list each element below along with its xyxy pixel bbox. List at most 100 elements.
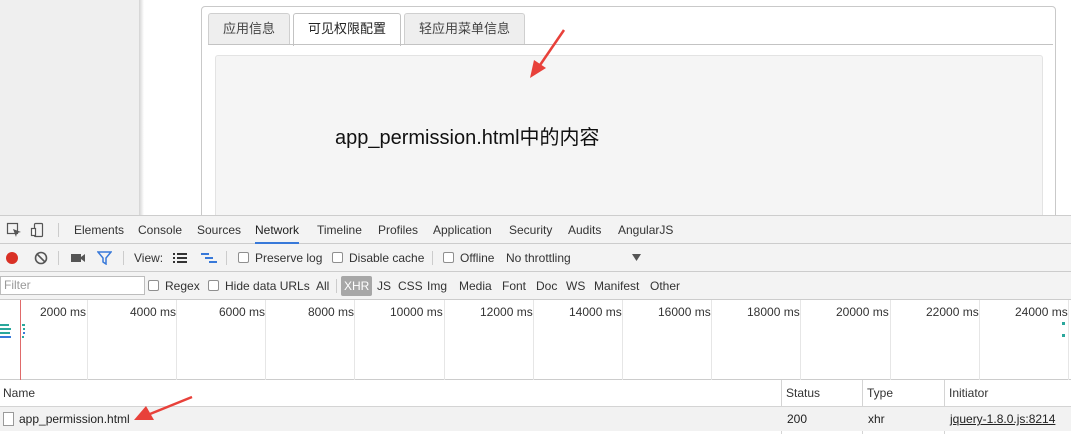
timeline-tick-label: 12000 ms <box>480 305 533 319</box>
preserve-log-checkbox[interactable]: Preserve log <box>238 244 322 272</box>
tab-content-area: app_permission.html中的内容 <box>215 55 1043 225</box>
filter-type-other[interactable]: Other <box>650 272 680 300</box>
timeline-gridline <box>1068 300 1069 380</box>
filter-type-ws[interactable]: WS <box>566 272 585 300</box>
load-event-marker <box>20 300 21 380</box>
request-name: app_permission.html <box>19 412 130 426</box>
tab-timeline[interactable]: Timeline <box>317 216 362 244</box>
filter-type-js[interactable]: JS <box>377 272 391 300</box>
network-timeline-overview[interactable]: 2000 ms 4000 ms 6000 ms 8000 ms 10000 ms… <box>0 300 1071 380</box>
toolbar-separator <box>123 251 124 265</box>
regex-box[interactable] <box>148 280 159 291</box>
timeline-tick-label: 8000 ms <box>308 305 355 319</box>
disable-cache-checkbox[interactable]: Disable cache <box>332 244 424 272</box>
record-icon[interactable] <box>5 251 19 265</box>
timeline-gridline <box>354 300 355 380</box>
tab-light-app-menu[interactable]: 轻应用菜单信息 <box>404 13 526 45</box>
tab-sources[interactable]: Sources <box>197 216 241 244</box>
filter-separator <box>336 279 337 293</box>
filter-type-css[interactable]: CSS <box>398 272 423 300</box>
filter-icon[interactable] <box>97 251 112 265</box>
column-type[interactable]: Type <box>864 380 893 407</box>
tab-visibility-permission[interactable]: 可见权限配置 <box>293 13 402 46</box>
filter-type-all[interactable]: All <box>316 272 329 300</box>
timeline-gridline <box>87 300 88 380</box>
left-gutter <box>0 0 140 215</box>
column-name[interactable]: Name <box>0 380 35 407</box>
tab-elements[interactable]: Elements <box>74 216 124 244</box>
timeline-tick-label: 18000 ms <box>747 305 800 319</box>
tab-app-info[interactable]: 应用信息 <box>208 13 291 45</box>
timeline-tick-label: 22000 ms <box>926 305 979 319</box>
devtools-tab-strip: Elements Console Sources Network Timelin… <box>0 216 1071 244</box>
content-text: app_permission.html中的内容 <box>335 127 600 149</box>
column-initiator[interactable]: Initiator <box>946 380 988 407</box>
toolbar-separator <box>432 251 433 265</box>
large-rows-icon[interactable] <box>173 252 188 264</box>
tab-divider <box>208 44 1053 45</box>
request-type: xhr <box>868 412 885 426</box>
capture-screenshots-icon[interactable] <box>70 251 86 265</box>
tab-security[interactable]: Security <box>509 216 552 244</box>
tab-application[interactable]: Application <box>433 216 492 244</box>
preserve-log-label: Preserve log <box>255 251 323 265</box>
annotation-arrow-icon <box>530 29 566 78</box>
network-toolbar: View: Preserve log Disable cache Offline… <box>0 244 1071 272</box>
network-filter-bar: Filter Regex Hide data URLs All XHR JS C… <box>0 272 1071 300</box>
timeline-gridline <box>533 300 534 380</box>
tab-profiles[interactable]: Profiles <box>378 216 418 244</box>
timeline-gridline <box>622 300 623 380</box>
device-toolbar-icon[interactable] <box>30 222 46 238</box>
request-status: 200 <box>787 412 808 426</box>
timeline-gridline <box>890 300 891 380</box>
disable-cache-label: Disable cache <box>349 251 425 265</box>
timeline-tick-label: 2000 ms <box>40 305 87 319</box>
timeline-gridline <box>800 300 801 380</box>
clear-icon[interactable] <box>34 251 48 265</box>
column-status[interactable]: Status <box>783 380 820 407</box>
annotation-arrow-icon <box>134 395 193 420</box>
regex-label: Regex <box>165 279 200 293</box>
timeline-tick-label: 24000 ms <box>1015 305 1068 319</box>
timeline-tick-label: 20000 ms <box>836 305 889 319</box>
throttling-value: No throttling <box>506 251 571 265</box>
request-name-cell[interactable]: app_permission.html <box>3 407 130 431</box>
waterfall-overview-icon[interactable] <box>201 252 217 264</box>
app-detail-panel: 应用信息 可见权限配置 轻应用菜单信息 app_permission.html中… <box>201 6 1056 225</box>
request-initiator-link[interactable]: jquery-1.8.0.js:8214 <box>950 407 1055 431</box>
toolbar-separator <box>58 251 59 265</box>
timeline-gridline <box>979 300 980 380</box>
tab-angularjs[interactable]: AngularJS <box>618 216 673 244</box>
offline-box[interactable] <box>443 252 454 263</box>
devtools-panel: Elements Console Sources Network Timelin… <box>0 215 1071 434</box>
hide-data-urls-checkbox[interactable]: Hide data URLs <box>208 272 310 300</box>
filter-type-font[interactable]: Font <box>502 272 526 300</box>
offline-checkbox[interactable]: Offline <box>443 244 494 272</box>
filter-input[interactable]: Filter <box>0 276 145 295</box>
filter-type-xhr[interactable]: XHR <box>341 276 373 296</box>
app-page: 应用信息 可见权限配置 轻应用菜单信息 app_permission.html中… <box>0 0 1071 225</box>
tab-audits[interactable]: Audits <box>568 216 601 244</box>
request-activity-bars <box>0 324 25 338</box>
tab-console[interactable]: Console <box>138 216 182 244</box>
filter-type-manifest[interactable]: Manifest <box>594 272 639 300</box>
offline-label: Offline <box>460 251 495 265</box>
page-tabs: 应用信息 可见权限配置 轻应用菜单信息 <box>208 13 528 46</box>
filter-type-img[interactable]: Img <box>427 272 447 300</box>
regex-checkbox[interactable]: Regex <box>148 272 200 300</box>
file-icon <box>3 412 14 426</box>
tab-network[interactable]: Network <box>255 216 300 244</box>
hide-data-urls-box[interactable] <box>208 280 219 291</box>
inspect-element-icon[interactable] <box>6 222 22 238</box>
chevron-down-icon[interactable] <box>632 254 641 261</box>
filter-type-doc[interactable]: Doc <box>536 272 557 300</box>
timeline-gridline <box>444 300 445 380</box>
preserve-log-box[interactable] <box>238 252 249 263</box>
timeline-gridline <box>711 300 712 380</box>
timeline-tick-label: 6000 ms <box>219 305 266 319</box>
throttling-select[interactable]: No throttling <box>506 244 571 272</box>
filter-type-media[interactable]: Media <box>459 272 492 300</box>
timeline-gridline <box>265 300 266 380</box>
disable-cache-box[interactable] <box>332 252 343 263</box>
timeline-tick-label: 4000 ms <box>130 305 177 319</box>
